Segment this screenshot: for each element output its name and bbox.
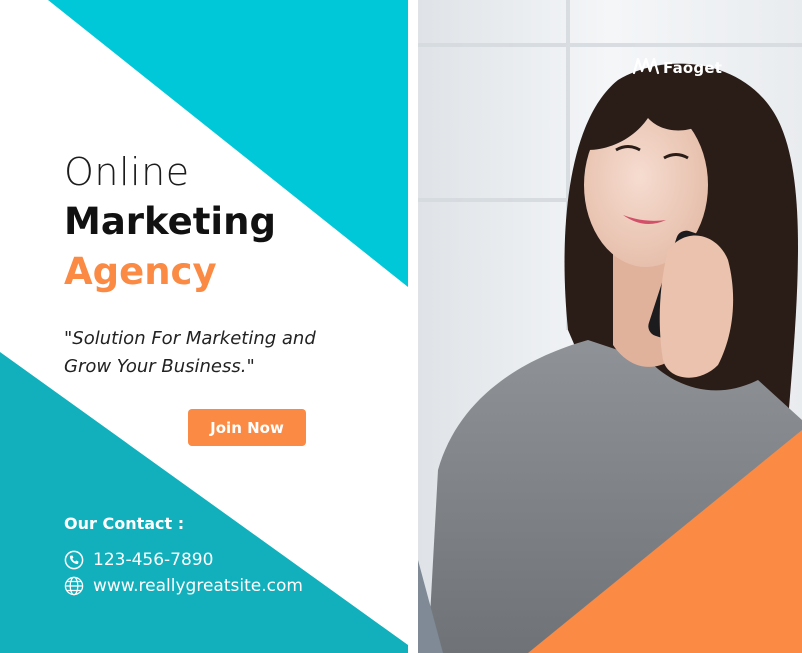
contact-website-row: www.reallygreatsite.com (64, 574, 303, 598)
brand-logo: Faoget (632, 56, 722, 80)
globe-icon (64, 576, 84, 596)
tagline: "Solution For Marketing and Grow Your Bu… (64, 328, 316, 377)
contact-phone-row: 123-456-7890 (64, 548, 213, 572)
headline-agency: Agency (64, 250, 217, 293)
poster-canvas: Online Marketing Agency "Solution For Ma… (0, 0, 802, 653)
logo-text: Faoget (663, 59, 723, 77)
contact-phone-text: 123-456-7890 (93, 550, 214, 570)
headline-online: Online (64, 150, 190, 194)
headline-marketing: Marketing (64, 200, 276, 243)
phone-icon (64, 550, 84, 570)
contact-website-text[interactable]: www.reallygreatsite.com (93, 576, 303, 596)
left-panel: Online Marketing Agency "Solution For Ma… (0, 0, 408, 653)
contact-heading: Our Contact : (64, 514, 185, 533)
photo-panel: Faoget (418, 0, 802, 653)
logo-mark-icon (632, 56, 660, 80)
join-now-button[interactable]: Join Now (188, 409, 306, 446)
